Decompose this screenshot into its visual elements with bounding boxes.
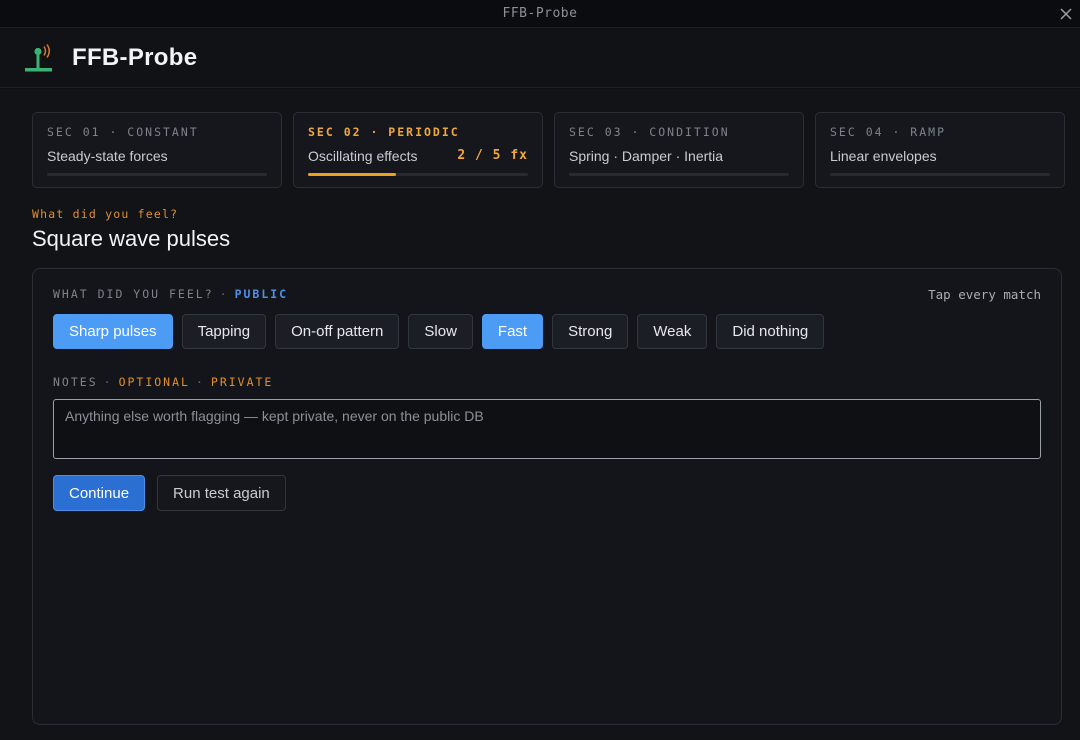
section-progress-track [47, 173, 267, 176]
notes-label: NOTES · OPTIONAL · PRIVATE [53, 375, 273, 389]
label-separator: · [195, 375, 205, 389]
selection-hint: Tap every match [928, 287, 1041, 302]
effect-title: Square wave pulses [32, 226, 231, 251]
run-test-again-button[interactable]: Run test again [157, 475, 286, 511]
section-label: SEC 01 · CONSTANT [47, 125, 199, 139]
section-effect-count: 2 / 5 fx [457, 148, 528, 163]
label-separator: · [219, 287, 229, 301]
joystick-signal-icon [25, 43, 52, 71]
app-header: FFB-Probe [0, 28, 1080, 88]
feel-option-slow[interactable]: Slow [408, 314, 473, 349]
private-badge: PRIVATE [210, 375, 274, 389]
section-card-constant[interactable]: SEC 01 · CONSTANT Steady-state forces [32, 112, 282, 188]
action-row: Continue Run test again [53, 475, 286, 511]
section-progress-track [308, 173, 528, 176]
section-label: SEC 02 · PERIODIC [308, 125, 460, 139]
optional-badge: OPTIONAL [118, 375, 190, 389]
public-badge: PUBLIC [234, 287, 289, 301]
close-window-button[interactable] [1056, 4, 1076, 24]
section-progress-track [569, 173, 789, 176]
feel-option-weak[interactable]: Weak [637, 314, 708, 349]
title-bar: FFB-Probe [0, 0, 1080, 28]
section-progress-fill [308, 173, 396, 176]
section-description: Spring · Damper · Inertia [569, 148, 724, 164]
section-card-ramp[interactable]: SEC 04 · RAMP Linear envelopes [815, 112, 1065, 188]
close-icon [1060, 8, 1072, 20]
notes-input[interactable] [53, 399, 1041, 459]
continue-button[interactable]: Continue [53, 475, 146, 511]
feel-option-sharp-pulses[interactable]: Sharp pulses [53, 314, 173, 349]
section-label: SEC 04 · RAMP [830, 125, 947, 139]
feel-option-on-off-pattern[interactable]: On-off pattern [275, 314, 400, 349]
notes-label-text: NOTES [53, 375, 98, 389]
label-separator: · [103, 375, 113, 389]
app-name: FFB-Probe [72, 43, 198, 71]
feel-option-did-nothing[interactable]: Did nothing [716, 314, 825, 349]
section-card-condition[interactable]: SEC 03 · CONDITION Spring · Damper · Ine… [554, 112, 804, 188]
section-description: Linear envelopes [830, 148, 937, 164]
main-content: SEC 01 · CONSTANT Steady-state forces SE… [0, 89, 1080, 740]
feel-options: Sharp pulses Tapping On-off pattern Slow… [53, 314, 825, 349]
section-progress-track [830, 173, 1050, 176]
section-card-periodic[interactable]: SEC 02 · PERIODIC Oscillating effects 2 … [293, 112, 543, 188]
feel-question-label: WHAT DID YOU FEEL? · PUBLIC [53, 287, 288, 301]
feel-option-tapping[interactable]: Tapping [181, 314, 267, 349]
section-description: Steady-state forces [47, 148, 168, 164]
section-label: SEC 03 · CONDITION [569, 125, 730, 139]
feedback-panel: WHAT DID YOU FEEL? · PUBLIC Tap every matc… [32, 268, 1062, 725]
prompt-kicker: What did you feel? [32, 207, 179, 221]
feel-option-strong[interactable]: Strong [552, 314, 629, 349]
section-progress-row: SEC 01 · CONSTANT Steady-state forces SE… [32, 112, 1065, 188]
feel-label-text: WHAT DID YOU FEEL? [53, 287, 214, 301]
window-title: FFB-Probe [502, 6, 578, 21]
feel-option-fast[interactable]: Fast [481, 314, 544, 349]
